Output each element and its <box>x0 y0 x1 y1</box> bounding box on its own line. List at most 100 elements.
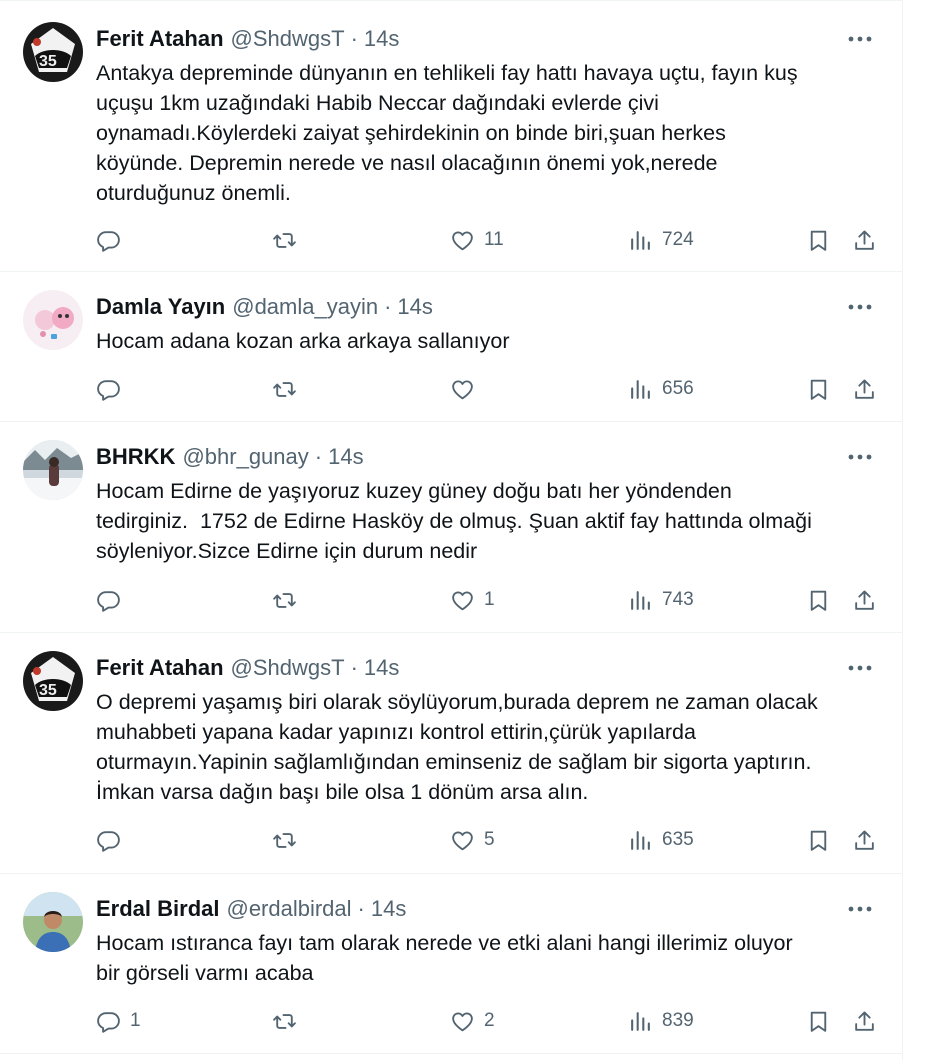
retweet-icon <box>273 381 296 397</box>
reply-icon <box>97 379 120 401</box>
tweet-text: Hocam ıstıranca fayı tam olarak nerede v… <box>96 931 793 985</box>
share-icon <box>855 830 874 850</box>
bookmark-button[interactable] <box>806 223 831 257</box>
author-handle[interactable]: @bhr_gunay <box>182 440 308 474</box>
timestamp[interactable]: 14s <box>328 440 363 474</box>
share-button[interactable] <box>852 1004 877 1038</box>
like-button[interactable]: 5 <box>450 823 495 857</box>
share-icon <box>855 230 874 250</box>
timestamp[interactable]: 14s <box>364 651 399 685</box>
reply-button[interactable]: 1 <box>96 1004 141 1038</box>
separator: · <box>350 655 358 680</box>
like-button[interactable]: 1 <box>450 583 495 617</box>
bookmark-button[interactable] <box>806 1004 831 1038</box>
timeline-column: 35 Ferit Atahan @ShdwgsT · 14s Antakya d… <box>0 0 903 1060</box>
views-count: 635 <box>662 829 694 850</box>
like-button[interactable]: 2 <box>450 1004 495 1038</box>
bookmark-icon <box>810 230 827 251</box>
tweet[interactable]: Erdal Birdal @erdalbirdal · 14s Hocam ıs… <box>0 874 903 1054</box>
retweet-icon <box>273 832 296 848</box>
tweet-text: O depremi yaşamış biri olarak söylüyorum… <box>96 690 818 804</box>
avatar[interactable] <box>23 892 83 952</box>
avatar[interactable] <box>23 440 83 500</box>
more-icon[interactable] <box>845 894 875 924</box>
bookmark-button[interactable] <box>806 372 831 406</box>
bookmark-icon <box>810 830 827 851</box>
avatar[interactable] <box>23 290 83 350</box>
separator: · <box>314 444 323 469</box>
tweet[interactable]: Damla Yayın @damla_yayin · 14s Hocam ada… <box>0 272 903 422</box>
tweet[interactable]: BHRKK @bhr_gunay · 14s Hocam Edirne de y… <box>0 422 903 633</box>
timestamp[interactable]: 14s <box>371 892 406 926</box>
share-button[interactable] <box>852 223 877 257</box>
bookmark-button[interactable] <box>806 823 831 857</box>
views-icon <box>631 1011 650 1031</box>
tweet-text: Hocam Edirne de yaşıyoruz kuzey güney do… <box>96 479 812 563</box>
retweet-icon <box>273 232 296 248</box>
tweet-actions: 1 743 <box>96 583 896 617</box>
avatar[interactable]: 35 <box>23 22 83 82</box>
reply-icon <box>97 230 120 252</box>
retweet-button[interactable] <box>272 223 297 257</box>
tweet-actions: 656 <box>96 372 896 406</box>
bookmark-icon <box>810 1011 827 1032</box>
views-button[interactable]: 839 <box>628 1004 694 1038</box>
views-icon <box>631 590 650 610</box>
timestamp[interactable]: 14s <box>397 290 432 324</box>
retweet-button[interactable] <box>272 823 297 857</box>
views-count: 743 <box>662 589 694 610</box>
avatar[interactable]: 35 <box>23 651 83 711</box>
reply-icon <box>97 830 120 852</box>
views-icon <box>631 830 650 850</box>
like-button[interactable]: 11 <box>450 223 504 257</box>
views-button[interactable]: 724 <box>628 223 694 257</box>
svg-text:35: 35 <box>39 682 57 699</box>
views-button[interactable]: 635 <box>628 823 694 857</box>
like-button[interactable] <box>450 372 484 406</box>
more-icon[interactable] <box>845 442 875 472</box>
like-count: 2 <box>484 1010 495 1031</box>
reply-button[interactable] <box>96 223 130 257</box>
more-icon[interactable] <box>845 653 875 683</box>
tweet[interactable]: 35 Ferit Atahan @ShdwgsT · 14s Antakya d… <box>0 4 903 272</box>
reply-button[interactable] <box>96 583 130 617</box>
author-name[interactable]: Ferit Atahan <box>96 22 224 56</box>
like-icon <box>452 1011 473 1031</box>
author-name[interactable]: Damla Yayın <box>96 290 225 324</box>
retweet-button[interactable] <box>272 1004 297 1038</box>
tweet-actions: 5 635 <box>96 823 896 857</box>
views-icon <box>631 379 650 399</box>
views-button[interactable]: 656 <box>628 372 694 406</box>
author-name[interactable]: Ferit Atahan <box>96 651 224 685</box>
like-icon <box>452 379 473 399</box>
reply-button[interactable] <box>96 823 130 857</box>
like-count: 1 <box>484 589 495 610</box>
more-icon[interactable] <box>845 24 875 54</box>
views-count: 656 <box>662 378 694 399</box>
tweet[interactable]: 35 Ferit Atahan @ShdwgsT · 14s O depremi… <box>0 633 903 874</box>
tweet-header: Ferit Atahan @ShdwgsT · 14s <box>96 22 873 56</box>
author-handle[interactable]: @ShdwgsT <box>231 22 345 56</box>
author-name[interactable]: Erdal Birdal <box>96 892 219 926</box>
author-name[interactable]: BHRKK <box>96 440 175 474</box>
share-button[interactable] <box>852 823 877 857</box>
reply-icon <box>97 1011 120 1033</box>
bookmark-button[interactable] <box>806 583 831 617</box>
views-button[interactable]: 743 <box>628 583 694 617</box>
retweet-button[interactable] <box>272 372 297 406</box>
like-icon <box>452 830 473 850</box>
separator: · <box>384 294 392 319</box>
share-icon <box>855 379 874 399</box>
author-handle[interactable]: @damla_yayin <box>232 290 378 324</box>
more-icon[interactable] <box>845 292 875 322</box>
author-handle[interactable]: @erdalbirdal <box>226 892 351 926</box>
reply-button[interactable] <box>96 372 130 406</box>
timestamp[interactable]: 14s <box>364 22 399 56</box>
bookmark-icon <box>810 379 827 400</box>
share-icon <box>855 590 874 610</box>
retweet-button[interactable] <box>272 583 297 617</box>
author-handle[interactable]: @ShdwgsT <box>231 651 345 685</box>
share-button[interactable] <box>852 583 877 617</box>
share-button[interactable] <box>852 372 877 406</box>
retweet-icon <box>273 592 296 608</box>
